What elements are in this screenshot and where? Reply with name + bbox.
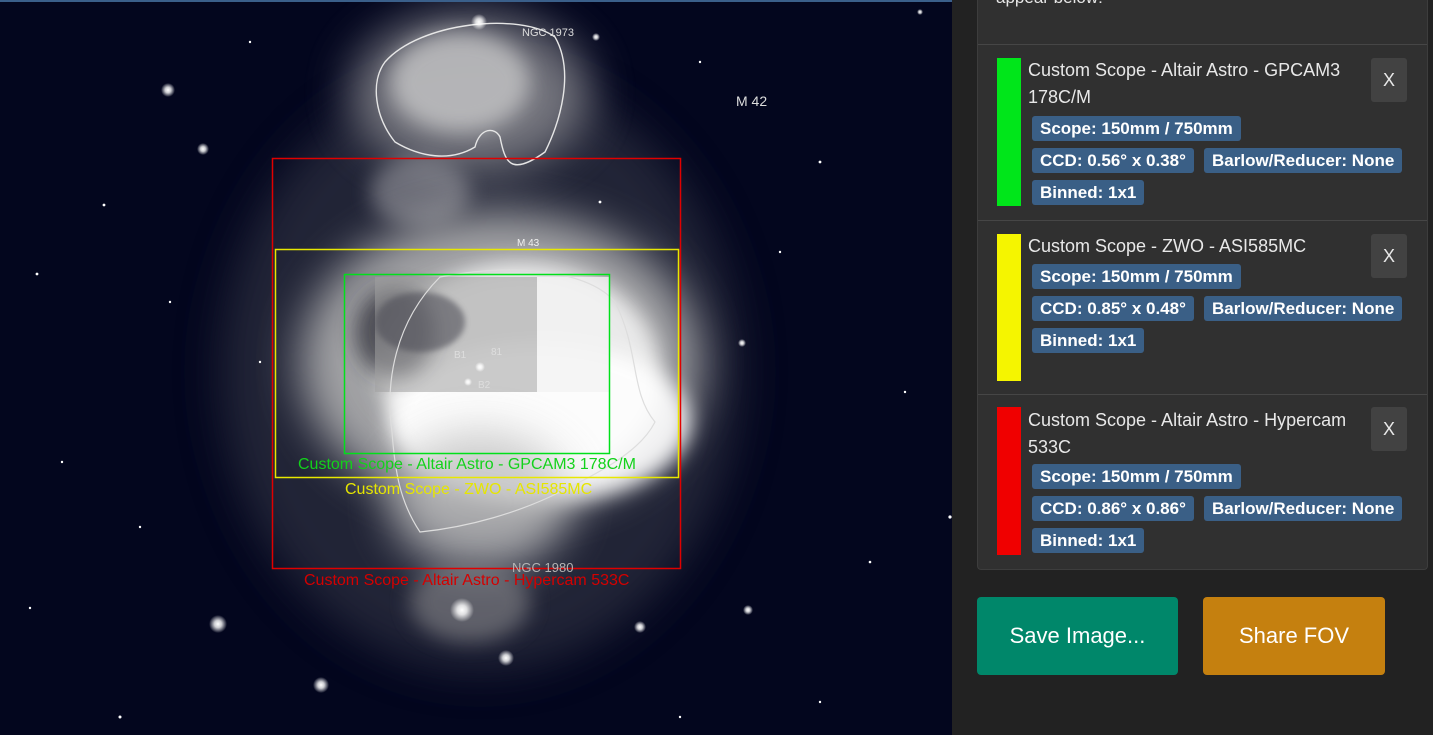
remove-entry-button[interactable]: X [1371, 234, 1407, 278]
b2-label: B2 [478, 380, 491, 391]
fov-label-yellow: Custom Scope - ZWO - ASI585MC [345, 481, 593, 498]
b1-label: B1 [454, 350, 467, 361]
barlow-badge: Barlow/Reducer: None [1204, 496, 1403, 521]
barlow-badge: Barlow/Reducer: None [1204, 296, 1403, 321]
binned-badge: Binned: 1x1 [1032, 528, 1145, 553]
ccd-badge: CCD: 0.85° x 0.48° [1032, 296, 1194, 321]
entry-title: Custom Scope - ZWO - ASI585MC [1028, 236, 1307, 256]
fov-label-red: Custom Scope - Altair Astro - Hypercam 5… [304, 572, 630, 589]
sky-image-view[interactable]: NGC 1973 M 42 M 43 B1 81 B2 NGC 1980 Cus… [0, 2, 952, 735]
intro-text: appear below: [996, 0, 1103, 8]
ccd-badge: CCD: 0.56° x 0.38° [1032, 148, 1194, 173]
m43-label: M 43 [517, 238, 540, 249]
remove-entry-button[interactable]: X [1371, 58, 1407, 102]
color-swatch-red [997, 407, 1021, 555]
fov-entry-gpcam3: Custom Scope - Altair Astro - GPCAM3 178… [978, 44, 1427, 221]
scope-badge: Scope: 150mm / 750mm [1032, 264, 1241, 289]
fov-entry-asi585mc: Custom Scope - ZWO - ASI585MC X Scope: 1… [978, 220, 1427, 395]
fov-label-green: Custom Scope - Altair Astro - GPCAM3 178… [298, 456, 636, 473]
fov-list: appear below: Custom Scope - Altair Astr… [977, 0, 1428, 570]
fov-sidebar: appear below: Custom Scope - Altair Astr… [952, 0, 1433, 735]
scope-badge: Scope: 150mm / 750mm [1032, 464, 1241, 489]
ngc1973-label: NGC 1973 [522, 27, 574, 39]
share-fov-button[interactable]: Share FOV [1203, 597, 1385, 675]
fov-entry-hypercam533c: Custom Scope - Altair Astro - Hypercam 5… [978, 394, 1427, 569]
color-swatch-yellow [997, 234, 1021, 381]
nebula-image [28, 9, 952, 719]
81-label: 81 [491, 347, 503, 358]
m42-label: M 42 [736, 93, 768, 109]
scope-badge: Scope: 150mm / 750mm [1032, 116, 1241, 141]
color-swatch-green [997, 58, 1021, 206]
binned-badge: Binned: 1x1 [1032, 180, 1145, 205]
ccd-badge: CCD: 0.86° x 0.86° [1032, 496, 1194, 521]
save-image-button[interactable]: Save Image... [977, 597, 1178, 675]
barlow-badge: Barlow/Reducer: None [1204, 148, 1403, 173]
remove-entry-button[interactable]: X [1371, 407, 1407, 451]
entry-title: Custom Scope - Altair Astro - Hypercam 5… [1028, 410, 1347, 457]
binned-badge: Binned: 1x1 [1032, 328, 1145, 353]
entry-title: Custom Scope - Altair Astro - GPCAM3 178… [1028, 60, 1341, 107]
